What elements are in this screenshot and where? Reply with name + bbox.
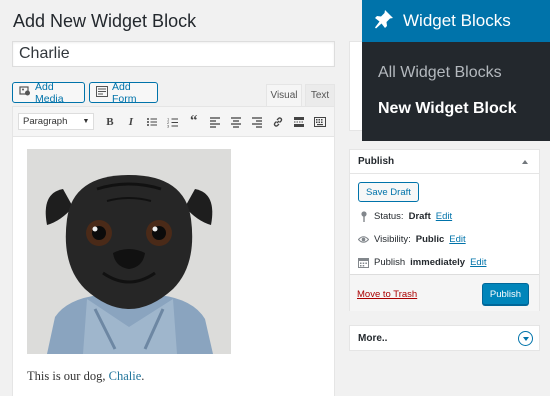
visibility-edit-link[interactable]: Edit — [449, 234, 465, 245]
chevron-down-icon: ▼ — [82, 118, 90, 125]
add-form-label: Add Form — [112, 80, 137, 105]
dog-photo — [27, 149, 231, 354]
post-title-input[interactable] — [12, 41, 335, 67]
add-media-label: Add Media — [35, 80, 64, 105]
add-form-button[interactable]: Add Form — [89, 80, 158, 105]
read-more-icon[interactable] — [289, 112, 308, 132]
visibility-row: Visibility: Public Edit — [358, 234, 466, 245]
publish-value: immediately — [410, 257, 466, 268]
publish-actions: Move to Trash Publish — [350, 274, 539, 311]
toolbar-toggle-icon[interactable] — [310, 112, 329, 132]
status-row: Status: Draft Edit — [358, 211, 452, 222]
move-to-trash-link[interactable]: Move to Trash — [357, 289, 417, 300]
status-edit-link[interactable]: Edit — [436, 211, 452, 222]
editor-content[interactable]: This is our dog, Chalie. — [13, 137, 334, 396]
save-draft-button[interactable]: Save Draft — [358, 182, 419, 202]
svg-text:3: 3 — [167, 123, 170, 128]
publish-box-header[interactable]: Publish — [350, 150, 539, 174]
editor-toolbar: Paragraph ▼ B I 123 “ — [13, 107, 334, 137]
menu-item-all-widget-blocks[interactable]: All Widget Blocks — [378, 64, 502, 82]
link-icon[interactable] — [268, 112, 287, 132]
caption-link[interactable]: Chalie — [109, 369, 142, 383]
bullet-list-icon[interactable] — [142, 112, 161, 132]
add-media-button[interactable]: Add Media — [12, 80, 85, 105]
format-select[interactable]: Paragraph ▼ — [18, 113, 95, 130]
publish-box: Publish Save Draft Status: Draft Edit Vi… — [349, 149, 540, 311]
expand-toggle-icon[interactable] — [518, 331, 533, 346]
format-select-value: Paragraph — [23, 116, 68, 127]
pin-icon — [358, 211, 369, 222]
publish-box-title: Publish — [358, 156, 395, 167]
align-center-icon[interactable] — [226, 112, 245, 132]
italic-icon[interactable]: I — [121, 112, 140, 132]
editor: Paragraph ▼ B I 123 “ This is our dog, C… — [12, 106, 335, 396]
quote-icon[interactable]: “ — [184, 112, 203, 132]
more-box-title: More.. — [358, 333, 388, 344]
status-value: Draft — [408, 211, 431, 222]
collapse-arrow-icon[interactable] — [522, 159, 528, 164]
caption-text: This is our dog, — [27, 369, 106, 383]
publish-label: Publish — [374, 257, 406, 268]
eye-icon — [358, 234, 369, 245]
widget-blocks-flyout-menu: Widget Blocks All Widget Blocks New Widg… — [362, 0, 550, 141]
align-left-icon[interactable] — [205, 112, 224, 132]
status-label: Status: — [374, 211, 404, 222]
flyout-header[interactable]: Widget Blocks — [362, 0, 550, 42]
media-icon — [19, 85, 31, 100]
calendar-icon — [358, 257, 369, 268]
tab-text[interactable]: Text — [305, 84, 335, 106]
menu-item-new-widget-block[interactable]: New Widget Block — [378, 100, 517, 118]
numbered-list-icon[interactable]: 123 — [163, 112, 182, 132]
tab-visual[interactable]: Visual — [266, 84, 302, 106]
page-title: Add New Widget Block — [13, 11, 197, 31]
pushpin-icon — [374, 9, 394, 34]
form-icon — [96, 85, 108, 100]
publish-date-edit-link[interactable]: Edit — [470, 257, 486, 268]
align-right-icon[interactable] — [247, 112, 266, 132]
caption-period: . — [141, 369, 145, 383]
publish-date-row: Publish immediately Edit — [358, 257, 486, 268]
flyout-header-label: Widget Blocks — [403, 11, 511, 30]
image-caption: This is our dog, Chalie. — [27, 369, 144, 384]
bold-icon[interactable]: B — [100, 112, 119, 132]
publish-button[interactable]: Publish — [482, 283, 529, 305]
visibility-label: Visibility: — [374, 234, 411, 245]
visibility-value: Public — [415, 234, 445, 245]
more-box: More.. — [349, 325, 540, 351]
